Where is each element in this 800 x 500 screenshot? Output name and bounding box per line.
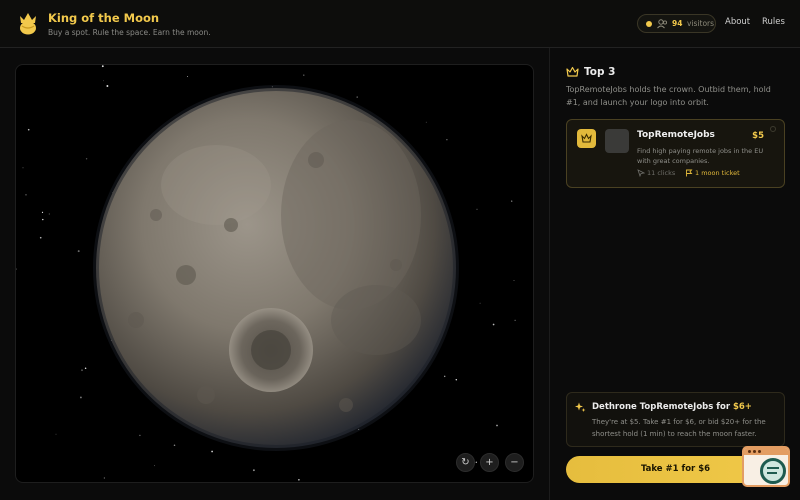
star [41, 211, 44, 214]
entry-logo [605, 129, 629, 153]
panel-divider [549, 48, 550, 500]
crown-hand-logo-icon[interactable] [16, 10, 40, 36]
dethrone-amount: $6+ [732, 402, 752, 412]
star [476, 208, 478, 210]
entry-name[interactable]: TopRemoteJobs [637, 130, 715, 140]
star [443, 375, 446, 378]
star [139, 434, 141, 437]
entry-tickets: 1 moon ticket [695, 169, 740, 177]
star [77, 250, 80, 253]
star [303, 74, 305, 76]
visitors-count: 94 [672, 19, 683, 28]
star [55, 433, 57, 435]
star [84, 367, 87, 370]
star [187, 76, 189, 77]
star [27, 128, 30, 131]
star [492, 323, 495, 326]
star [48, 213, 50, 215]
star [106, 85, 109, 87]
star [22, 167, 24, 169]
star [81, 369, 83, 372]
sparkles-icon [575, 402, 586, 412]
moon-viewer[interactable]: ↻ + − [15, 64, 534, 483]
star [211, 450, 213, 453]
star [511, 200, 513, 202]
star [103, 477, 106, 479]
star [16, 268, 17, 270]
star [42, 218, 44, 221]
star [425, 121, 427, 123]
nav-about-link[interactable]: About [725, 17, 750, 27]
leaderboard-description: TopRemoteJobs holds the crown. Outbid th… [566, 85, 771, 107]
star [356, 96, 358, 98]
rank-crown-badge [577, 129, 596, 148]
star [455, 378, 458, 381]
star [39, 236, 42, 239]
live-dot-icon [646, 21, 652, 27]
reset-view-button[interactable]: ↻ [456, 453, 475, 472]
star [25, 194, 27, 196]
star [173, 444, 176, 447]
visitors-counter: 94 visitors [637, 14, 716, 33]
star [154, 465, 155, 467]
magnifier-icon [760, 458, 786, 484]
zoom-out-button[interactable]: − [505, 453, 524, 472]
crown-icon [581, 133, 592, 143]
star [513, 280, 515, 282]
entry-price: $5 [752, 131, 764, 141]
star [496, 424, 498, 427]
crown-icon [566, 66, 579, 77]
leaderboard-entry[interactable]: TopRemoteJobs $5 Find high paying remote… [566, 119, 785, 188]
assistant-widget-icon[interactable] [742, 446, 790, 487]
star [475, 461, 477, 463]
star [446, 139, 448, 141]
star [85, 158, 88, 160]
star [79, 396, 82, 399]
dethrone-title-prefix: Dethrone TopRemoteJobs for [592, 402, 733, 412]
star [252, 469, 255, 472]
dethrone-panel: Dethrone TopRemoteJobs for $6+ They're a… [566, 392, 785, 447]
widget-titlebar [744, 448, 788, 455]
moon-scene[interactable] [16, 65, 534, 483]
moon [93, 85, 459, 451]
star [103, 80, 104, 82]
dethrone-body: They're at $5. Take #1 for $6, or bid $2… [592, 418, 766, 438]
flag-icon [686, 169, 693, 177]
star [514, 319, 516, 321]
app-tagline: Buy a spot. Rule the space. Earn the moo… [48, 28, 211, 37]
app-header: King of the Moon Buy a spot. Rule the sp… [0, 0, 800, 48]
dethrone-title: Dethrone TopRemoteJobs for $6+ [592, 402, 752, 412]
users-icon [657, 19, 668, 29]
leaderboard-title: Top 3 [584, 66, 616, 78]
entry-clicks: 11 clicks [647, 169, 676, 177]
star [101, 65, 104, 68]
zoom-in-button[interactable]: + [480, 453, 499, 472]
star [479, 302, 481, 304]
visitors-label: visitors [687, 19, 715, 28]
nav-rules-link[interactable]: Rules [762, 17, 785, 27]
entry-description: Find high paying remote jobs in the EU w… [637, 147, 764, 165]
app-title[interactable]: King of the Moon [48, 11, 159, 25]
star [298, 479, 300, 481]
entry-status-indicator [770, 126, 776, 132]
cursor-click-icon [637, 169, 645, 177]
